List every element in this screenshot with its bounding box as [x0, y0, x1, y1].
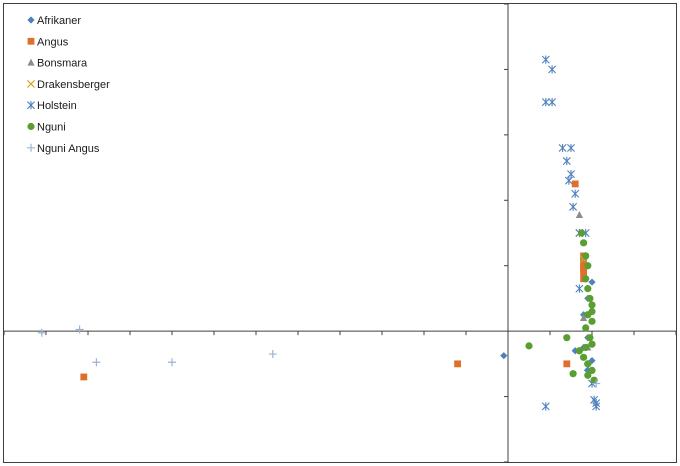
data-point-nguni	[563, 334, 571, 342]
data-point-nguni	[525, 342, 533, 350]
legend-label-nguni-angus: Nguni Angus	[37, 143, 100, 155]
legend-label-holstein: Holstein	[37, 100, 77, 112]
data-point-nguni	[582, 275, 590, 283]
data-point-nguni	[582, 324, 590, 332]
legend-label-angus: Angus	[37, 36, 69, 48]
data-point-nguni	[577, 229, 586, 237]
legend-marker-nguni	[27, 122, 35, 131]
data-point-angus	[563, 360, 571, 368]
data-point-nguni	[584, 371, 592, 379]
data-point-nguni	[588, 340, 596, 348]
legend-label-drakensberger: Drakensberger	[37, 79, 110, 91]
data-point-nguni	[584, 262, 592, 270]
legend-marker-angus	[27, 37, 35, 45]
data-point-angus	[454, 360, 461, 368]
data-point-nguni	[575, 347, 584, 355]
data-point-nguni	[588, 307, 596, 316]
data-point-nguni	[588, 301, 596, 309]
plot-border	[3, 3, 677, 463]
data-point-nguni	[580, 239, 588, 247]
data-point-angus	[80, 373, 88, 381]
data-point-nguni	[582, 252, 590, 260]
data-point-nguni	[584, 285, 592, 293]
chart-root: Afrikaner Angus Bonsmara Drakensberger Holst…	[0, 0, 680, 466]
legend-label-bonsmara: Bonsmara	[37, 58, 88, 70]
legend-label-nguni: Nguni	[37, 122, 66, 134]
legend-label-afrikaner: Afrikaner	[37, 15, 81, 27]
data-point-nguni	[586, 334, 594, 342]
data-point-nguni	[588, 317, 596, 325]
data-point-nguni	[586, 294, 594, 303]
data-point-nguni	[584, 360, 592, 368]
data-point-nguni	[569, 370, 577, 378]
scatter-chart: Afrikaner Angus Bonsmara Drakensberger Holst…	[3, 3, 677, 463]
data-point-nguni	[580, 353, 588, 361]
data-point-nguni	[582, 343, 590, 352]
